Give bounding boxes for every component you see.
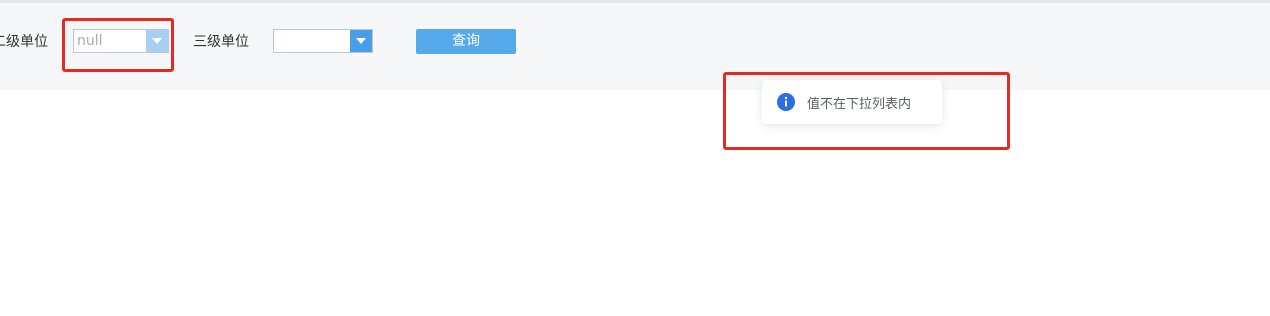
toast-text: 值不在下拉列表内 — [807, 96, 912, 112]
level2-combobox[interactable] — [73, 29, 169, 53]
level3-label: 三级单位 — [193, 34, 249, 50]
info-icon — [777, 93, 795, 111]
level3-input[interactable] — [274, 30, 352, 52]
level2-dropdown-button[interactable] — [146, 30, 168, 52]
level3-dropdown-button[interactable] — [350, 30, 372, 52]
toast-message: 值不在下拉列表内 — [762, 80, 942, 124]
chevron-down-icon — [356, 38, 366, 44]
chevron-down-icon — [152, 38, 162, 44]
filter-bar — [0, 3, 1270, 90]
level3-combobox[interactable] — [273, 29, 373, 53]
level2-input[interactable] — [74, 30, 151, 52]
query-button[interactable]: 查询 — [416, 29, 516, 54]
level2-label: 二级单位 — [0, 34, 48, 50]
